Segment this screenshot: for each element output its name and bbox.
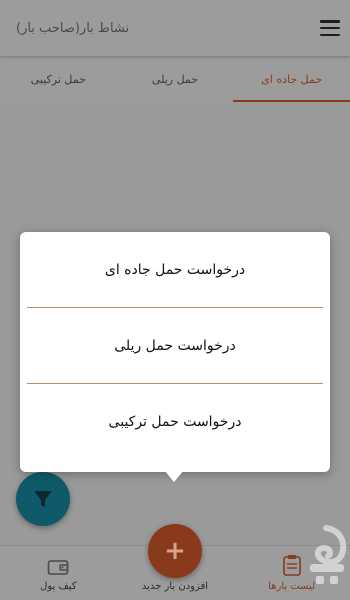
plus-icon: +	[164, 536, 186, 566]
filter-icon	[34, 491, 52, 507]
filter-button[interactable]	[16, 472, 70, 526]
tab-road-transport[interactable]: حمل جاده ای	[233, 56, 350, 102]
tab-combined-transport[interactable]: حمل ترکیبی	[0, 56, 117, 102]
dialog-item-combined-request[interactable]: درخواست حمل ترکیبی	[20, 384, 330, 459]
tab-bar: حمل جاده ای حمل ریلی حمل ترکیبی	[0, 56, 350, 102]
dialog-item-rail-request[interactable]: درخواست حمل ریلی	[20, 308, 330, 383]
app-title: نشاط بار(صاحب بار)	[16, 20, 130, 36]
dialog-item-road-request[interactable]: درخواست حمل جاده ای	[20, 232, 330, 307]
watermark-logo	[310, 525, 347, 584]
nav-item-wallet[interactable]: کیف پول	[0, 546, 117, 600]
request-type-dialog: درخواست حمل جاده ای درخواست حمل ریلی درخ…	[20, 232, 330, 472]
wallet-icon	[48, 560, 69, 575]
nav-label-wallet: کیف پول	[40, 581, 77, 592]
add-load-fab[interactable]: +	[148, 524, 202, 578]
dialog-pointer	[164, 470, 184, 482]
app-bar: نشاط بار(صاحب بار)	[0, 0, 350, 56]
hamburger-menu-icon[interactable]	[320, 20, 340, 36]
tab-rail-transport[interactable]: حمل ریلی	[117, 56, 234, 102]
nav-label-add-load: افزودن بار جدید	[141, 581, 209, 592]
